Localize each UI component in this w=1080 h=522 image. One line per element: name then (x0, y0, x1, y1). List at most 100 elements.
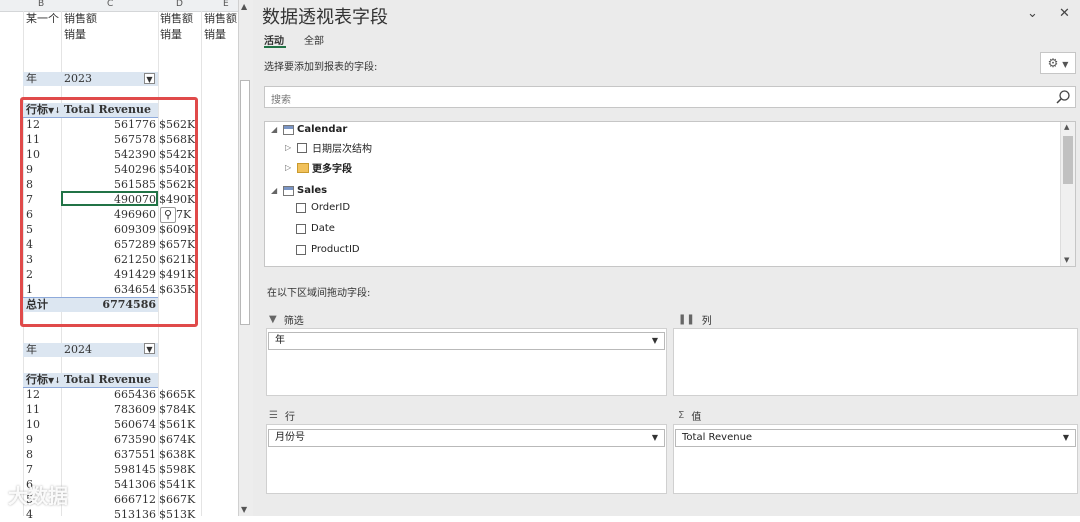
more-fields-label: 更多字段 (312, 164, 352, 175)
rows-zone-field-month[interactable]: 月份号 ▼ (268, 429, 665, 447)
settings-gear-button[interactable]: ⚙ ▼ (1040, 52, 1076, 74)
field-list-scrollbar[interactable]: ▲ ▼ (1060, 122, 1075, 266)
filters-zone-title: 筛选 (283, 316, 304, 327)
pivot-row-month[interactable]: 4 (26, 507, 33, 522)
values-zone[interactable]: Total Revenue ▼ (673, 424, 1078, 494)
pivot-value-header[interactable]: Total Revenue (64, 372, 151, 387)
column-header-e[interactable]: E (223, 0, 229, 9)
checkbox[interactable] (297, 142, 307, 153)
expand-triangle-icon[interactable]: ▷ (285, 143, 293, 152)
highlight-box (20, 97, 198, 327)
chevron-down-icon[interactable]: ▼ (652, 333, 658, 349)
cell-formatted-revenue[interactable]: $541K (159, 477, 195, 492)
cell-formatted-revenue[interactable]: $665K (159, 387, 195, 402)
cell-formatted-revenue[interactable]: $784K (159, 402, 195, 417)
collapse-triangle-icon[interactable]: ◢ (271, 125, 279, 134)
drag-fields-label: 在以下区域间拖动字段: (267, 288, 371, 299)
close-icon[interactable]: ✕ (1059, 6, 1070, 21)
cell-formatted-revenue[interactable]: $667K (159, 492, 195, 507)
chevron-down-icon[interactable]: ▼ (1063, 430, 1069, 446)
chevron-down-icon: ▼ (1062, 60, 1069, 69)
sort-filter-icon[interactable]: ▼↓ (48, 375, 61, 385)
checkbox[interactable] (296, 202, 306, 213)
values-zone-title: 值 (691, 412, 702, 423)
filters-zone-field-year[interactable]: 年 ▼ (268, 332, 665, 350)
pivot-row-revenue[interactable]: 598145 (61, 462, 156, 477)
pivot-row-revenue[interactable]: 666712 (61, 492, 156, 507)
pivot-row-revenue[interactable]: 665436 (61, 387, 156, 402)
field-search-input[interactable]: 搜索 (264, 86, 1076, 108)
rows-zone[interactable]: 月份号 ▼ (266, 424, 667, 494)
columns-icon: ❚❚ (678, 314, 695, 325)
filter-dropdown-icon[interactable]: ▼ (144, 73, 155, 84)
field-label: 日期层次结构 (312, 144, 372, 155)
pivot-row-revenue[interactable]: 673590 (61, 432, 156, 447)
table-node-calendar[interactable]: ◢ Calendar (271, 124, 347, 135)
field-chip-label: 月份号 (275, 432, 305, 443)
cell-e1[interactable]: 销售额 (204, 11, 237, 26)
scroll-down-icon[interactable]: ▼ (241, 505, 247, 514)
field-chip-label: 年 (275, 335, 285, 346)
pivot-row-revenue[interactable]: 783609 (61, 402, 156, 417)
pane-options-chevron-icon[interactable]: ⌄ (1027, 6, 1038, 21)
pivot-row-revenue[interactable]: 560674 (61, 417, 156, 432)
spreadsheet-grid[interactable]: B C D E 某一个 销售额 销售额 销售额 销量 销量 销量 年 2023 … (0, 0, 253, 521)
pivot-row-revenue[interactable]: 637551 (61, 447, 156, 462)
pivot-row-month[interactable]: 12 (26, 387, 40, 402)
pane-title: 数据透视表字段 (262, 7, 388, 28)
chevron-down-icon[interactable]: ▼ (652, 430, 658, 446)
pivot-filter-value[interactable]: 2024 (64, 342, 92, 357)
more-fields-node[interactable]: ▷ 更多字段 (285, 160, 352, 175)
field-label: OrderID (311, 202, 351, 213)
scroll-up-icon[interactable]: ▲ (1064, 123, 1069, 131)
cell-formatted-revenue[interactable]: $513K (159, 507, 195, 522)
field-date[interactable]: Date (296, 223, 335, 234)
field-list[interactable]: ◢ Calendar ▷ 日期层次结构 ▷ 更多字段 ◢ Sales Order… (264, 121, 1076, 267)
pivot-row-revenue[interactable]: 513136 (61, 507, 156, 522)
column-header-d[interactable]: D (176, 0, 183, 9)
cell-c2[interactable]: 销量 (64, 27, 86, 42)
cell-e2[interactable]: 销量 (204, 27, 226, 42)
scroll-up-icon[interactable]: ▲ (241, 2, 247, 11)
scroll-down-icon[interactable]: ▼ (1064, 256, 1069, 264)
scrollbar-thumb[interactable] (1063, 136, 1073, 184)
field-date-hierarchy[interactable]: ▷ 日期层次结构 (285, 140, 372, 155)
collapse-triangle-icon[interactable]: ◢ (271, 186, 279, 195)
cell-formatted-revenue[interactable]: $598K (159, 462, 195, 477)
field-product-id[interactable]: ProductID (296, 244, 360, 255)
pivot-row-month[interactable]: 11 (26, 402, 40, 417)
column-header-c[interactable]: C (107, 0, 113, 9)
rows-zone-title: 行 (284, 412, 295, 423)
search-icon[interactable] (1055, 89, 1071, 105)
checkbox[interactable] (296, 244, 306, 255)
filters-zone[interactable]: 年 ▼ (266, 328, 667, 396)
column-header-b[interactable]: B (38, 0, 44, 9)
values-zone-field-total-revenue[interactable]: Total Revenue ▼ (675, 429, 1076, 447)
filter-dropdown-icon[interactable]: ▼ (144, 343, 155, 354)
pivot-row-revenue[interactable]: 541306 (61, 477, 156, 492)
cell-formatted-revenue[interactable]: $674K (159, 432, 195, 447)
cell-formatted-revenue[interactable]: $638K (159, 447, 195, 462)
field-order-id[interactable]: OrderID (296, 202, 350, 213)
pivot-row-month[interactable]: 8 (26, 447, 33, 462)
cell-d1[interactable]: 销售额 (160, 11, 193, 26)
cell-b1[interactable]: 某一个 (26, 11, 59, 26)
table-node-sales[interactable]: ◢ Sales (271, 185, 327, 196)
columns-zone[interactable] (673, 328, 1078, 396)
cell-c1[interactable]: 销售额 (64, 11, 97, 26)
cell-d2[interactable]: 销量 (160, 27, 182, 42)
pivot-row-month[interactable]: 9 (26, 432, 33, 447)
pivot-row-label-header[interactable]: 行标▼↓ (26, 372, 61, 388)
scrollbar-thumb[interactable] (240, 80, 250, 325)
cell-formatted-revenue[interactable]: $561K (159, 417, 195, 432)
tab-active[interactable]: 活动 (264, 32, 284, 47)
pivot-row-month[interactable]: 7 (26, 462, 33, 477)
pivot-row-label-text: 行标 (26, 373, 48, 386)
tab-all[interactable]: 全部 (304, 32, 324, 47)
checkbox[interactable] (296, 223, 306, 234)
field-label: Date (311, 223, 335, 234)
pivot-filter-value[interactable]: 2023 (64, 71, 92, 86)
pivot-row-month[interactable]: 10 (26, 417, 40, 432)
expand-triangle-icon[interactable]: ▷ (285, 163, 293, 172)
filters-zone-header: ▼ 筛选 (269, 312, 304, 327)
